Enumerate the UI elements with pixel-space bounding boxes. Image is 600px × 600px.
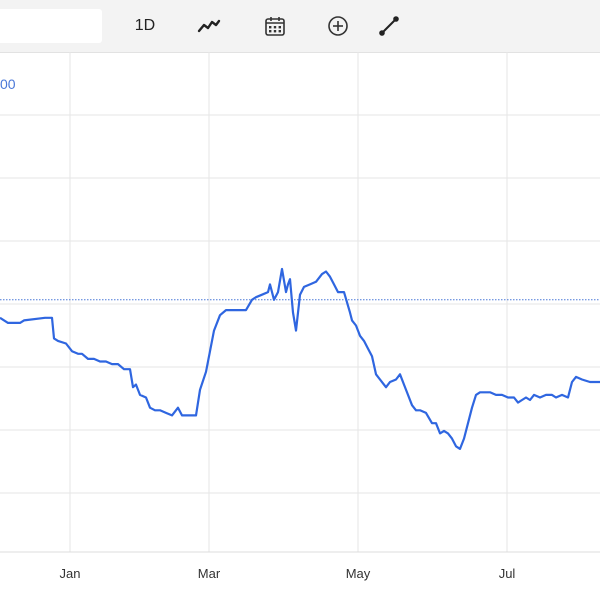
x-tick-label: Jul <box>499 566 516 581</box>
calendar-icon <box>264 15 286 37</box>
x-axis-ticks: Jan Mar May Jul <box>60 566 516 581</box>
chart-type-button[interactable] <box>192 10 226 42</box>
range-label: 1D <box>134 17 156 34</box>
add-circle-icon <box>327 15 349 37</box>
symbol-search-input[interactable] <box>0 9 102 43</box>
x-tick-label: Mar <box>198 566 221 581</box>
range-1d-button[interactable]: 1D <box>128 10 162 42</box>
chart-toolbar: 1D <box>0 0 600 53</box>
line-chart-icon <box>197 18 221 34</box>
price-chart[interactable]: Jan Mar May Jul <box>0 52 600 600</box>
draw-tool-button[interactable] <box>372 10 406 42</box>
date-range-button[interactable] <box>258 10 292 42</box>
x-tick-label: Jan <box>60 566 81 581</box>
add-indicator-button[interactable] <box>321 10 355 42</box>
draw-line-icon <box>378 15 400 37</box>
x-tick-label: May <box>346 566 371 581</box>
price-series-line <box>0 267 600 450</box>
